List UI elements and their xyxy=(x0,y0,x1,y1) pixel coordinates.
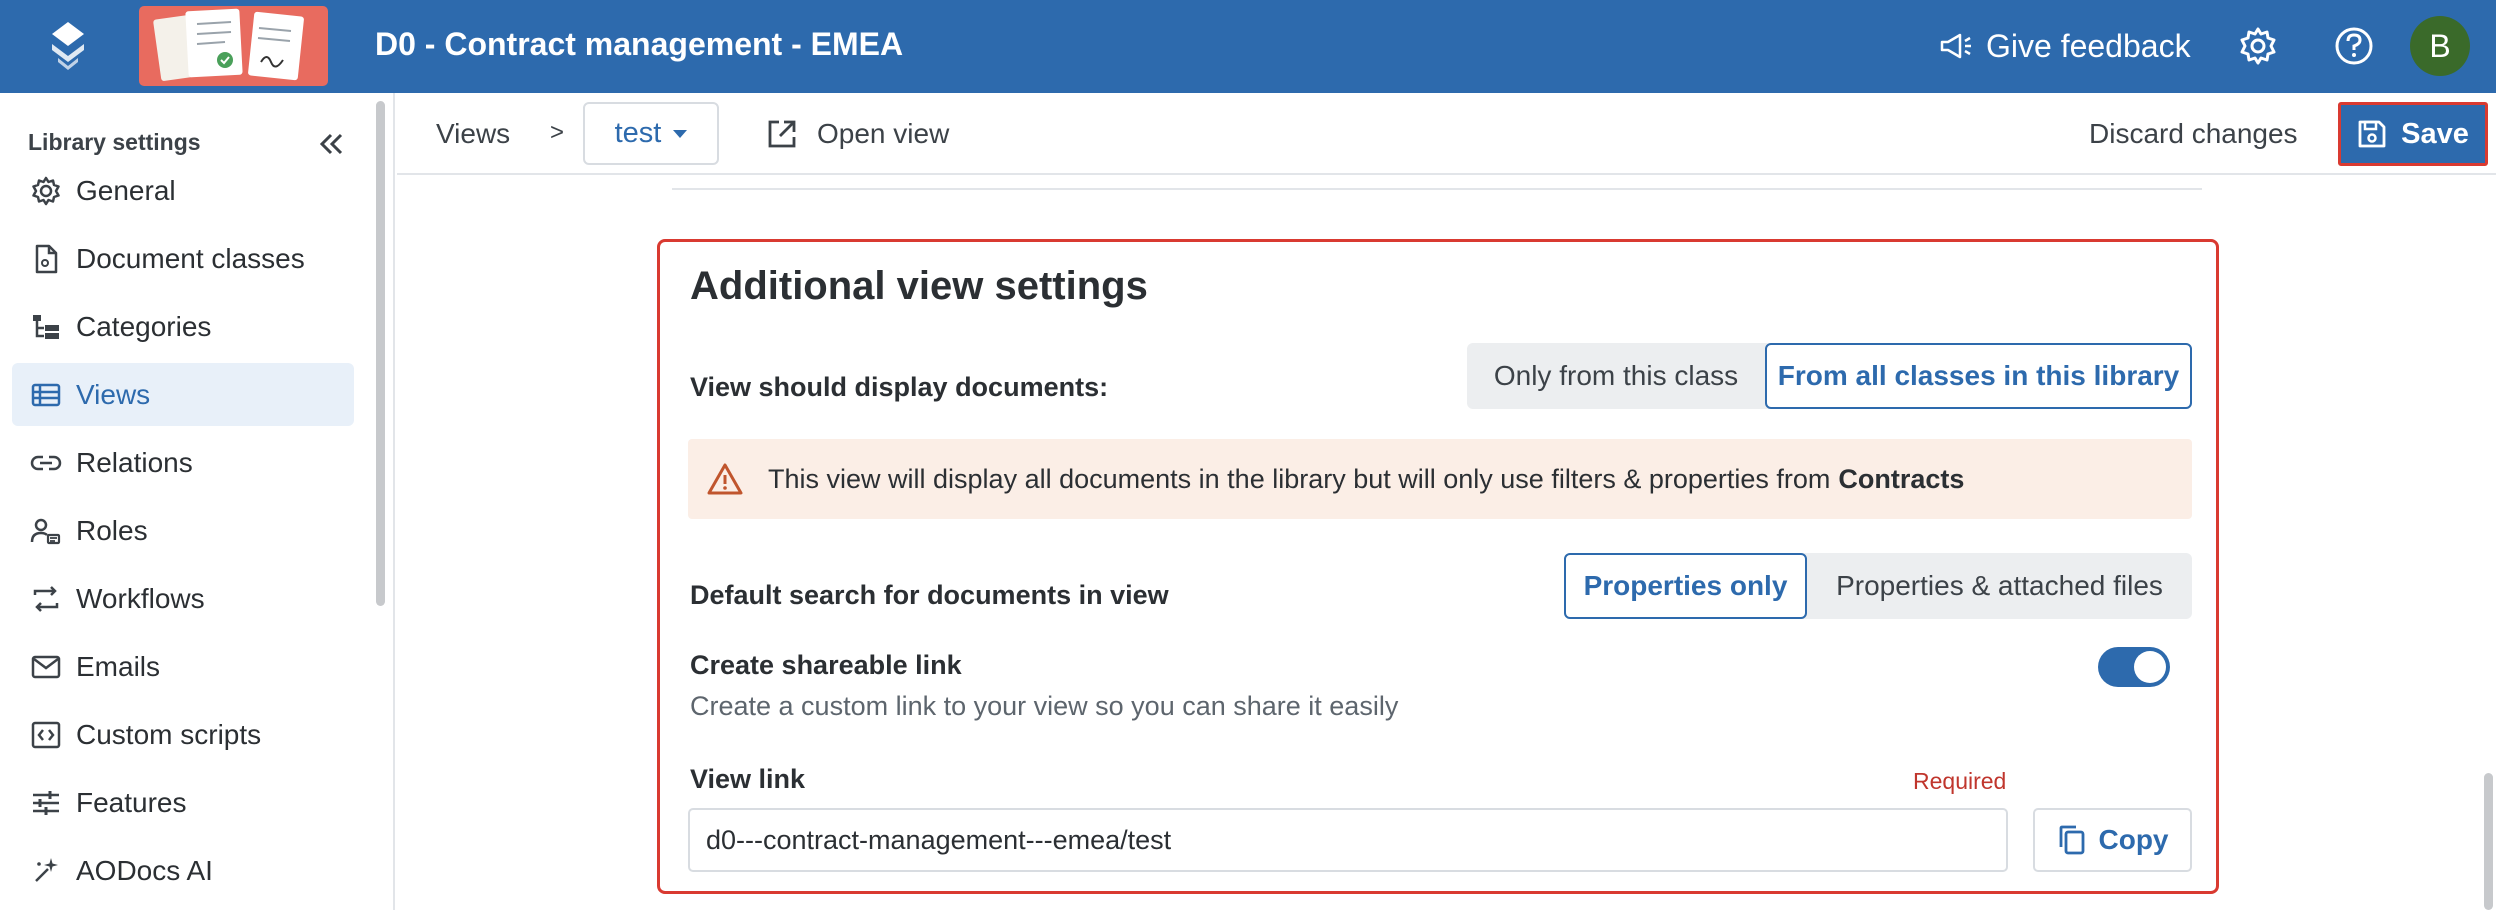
shareable-link-switch[interactable] xyxy=(2098,647,2170,687)
categories-icon xyxy=(33,314,59,339)
properties-only-option[interactable]: Properties only xyxy=(1564,553,1807,619)
roles-icon xyxy=(30,518,61,544)
warning-text: This view will display all documents in … xyxy=(768,463,1831,494)
view-link-label: View link xyxy=(690,764,806,794)
gear-icon xyxy=(32,176,60,205)
copy-icon xyxy=(2059,825,2084,855)
code-icon xyxy=(31,721,61,748)
only-from-this-class-option[interactable]: Only from this class xyxy=(1467,343,1765,409)
default-search-toggle: Properties only Properties & attached fi… xyxy=(1564,553,2192,619)
help-button[interactable] xyxy=(2332,24,2376,68)
avatar[interactable]: B xyxy=(2410,16,2470,76)
sidebar-item-categories[interactable]: Categories xyxy=(12,295,354,358)
sidebar-item-label: General xyxy=(76,174,176,206)
views-icon xyxy=(31,383,61,406)
sidebar-item-features[interactable]: Features xyxy=(12,771,354,834)
link-icon xyxy=(30,455,62,470)
required-indicator: Required xyxy=(1913,768,2007,794)
library-banner-image xyxy=(139,6,328,86)
section-divider xyxy=(672,188,2202,190)
sidebar-item-document-classes[interactable]: Document classes xyxy=(12,227,354,290)
gear-icon xyxy=(2240,27,2276,65)
properties-and-files-option[interactable]: Properties & attached files xyxy=(1807,553,2192,619)
give-feedback-label: Give feedback xyxy=(1986,27,2191,64)
view-selector-dropdown[interactable]: test xyxy=(583,102,719,165)
workflow-icon xyxy=(33,585,59,612)
sidebar-scrollbar[interactable] xyxy=(376,101,385,606)
sidebar-item-roles[interactable]: Roles xyxy=(12,499,354,562)
open-view-label: Open view xyxy=(817,118,950,149)
page-title: D0 - Contract management - EMEA xyxy=(375,26,904,62)
sidebar-title: Library settings xyxy=(28,129,201,155)
mail-icon xyxy=(31,655,61,678)
document-classes-icon xyxy=(35,244,58,273)
help-icon xyxy=(2335,27,2373,65)
display-documents-toggle: Only from this class From all classes in… xyxy=(1467,343,2192,409)
switch-knob xyxy=(2134,651,2166,683)
save-icon xyxy=(2358,120,2386,148)
megaphone-icon xyxy=(1940,33,1971,59)
view-link-value: d0---contract-management---emea/test xyxy=(706,824,1172,855)
default-search-label: Default search for documents in view xyxy=(690,580,1169,610)
sidebar-item-label: Views xyxy=(76,378,151,410)
sidebar-item-label: AODocs AI xyxy=(76,854,213,886)
sidebar-item-label: Relations xyxy=(76,446,193,478)
give-feedback-button[interactable]: Give feedback xyxy=(1938,24,2191,68)
collapse-sidebar-icon[interactable] xyxy=(314,127,348,161)
from-all-classes-option[interactable]: From all classes in this library xyxy=(1765,343,2192,409)
sidebar-item-general[interactable]: General xyxy=(12,159,354,222)
sidebar-item-views[interactable]: Views xyxy=(12,363,354,426)
breadcrumb-separator: > xyxy=(550,119,565,146)
sliders-icon xyxy=(33,790,59,815)
save-button[interactable]: Save xyxy=(2338,102,2488,166)
view-selector-value: test xyxy=(614,117,662,149)
view-link-input[interactable]: d0---contract-management---emea/test xyxy=(688,808,2008,872)
external-link-icon xyxy=(768,120,796,148)
discard-changes-button[interactable]: Discard changes xyxy=(2089,118,2298,150)
shareable-link-label: Create shareable link xyxy=(690,650,962,680)
sidebar-item-label: Roles xyxy=(76,514,148,546)
settings-button[interactable] xyxy=(2236,24,2280,68)
panel-title: Additional view settings xyxy=(690,264,1148,308)
open-view-button[interactable]: Open view xyxy=(765,113,949,155)
sidebar-item-workflows[interactable]: Workflows xyxy=(12,567,354,630)
save-label: Save xyxy=(2401,117,2469,150)
sidebar-item-label: Document classes xyxy=(76,242,305,274)
sidebar-item-custom-scripts[interactable]: Custom scripts xyxy=(12,703,354,766)
shareable-link-description: Create a custom link to your view so you… xyxy=(690,691,1399,721)
sidebar-item-label: Workflows xyxy=(76,582,205,614)
sidebar-item-relations[interactable]: Relations xyxy=(12,431,354,494)
main-scrollbar[interactable] xyxy=(2484,773,2493,910)
sidebar-item-label: Categories xyxy=(76,310,212,342)
sidebar-item-emails[interactable]: Emails xyxy=(12,635,354,698)
sidebar-item-label: Custom scripts xyxy=(76,718,262,750)
warning-icon xyxy=(707,463,743,495)
warning-class-name: Contracts xyxy=(1838,463,1965,494)
top-bar: D0 - Contract management - EMEA Give fee… xyxy=(0,0,2496,93)
display-documents-label: View should display documents: xyxy=(690,372,1109,402)
warning-banner: This view will display all documents in … xyxy=(688,439,2192,519)
sidebar-item-label: Emails xyxy=(76,650,161,682)
caret-down-icon xyxy=(673,129,688,138)
additional-view-settings-panel: Additional view settings View should dis… xyxy=(657,239,2219,894)
copy-label: Copy xyxy=(2098,824,2169,855)
sparkle-icon xyxy=(35,857,58,882)
copy-link-button[interactable]: Copy xyxy=(2033,808,2192,872)
sidebar-item-label: Features xyxy=(76,786,187,818)
sidebar: Library settings General Document classe… xyxy=(0,93,395,910)
sidebar-item-aodocs-ai[interactable]: AODocs AI xyxy=(12,839,354,902)
view-toolbar: Views > test Open view Discard changes S… xyxy=(397,93,2496,175)
app-logo-icon[interactable] xyxy=(44,20,92,72)
breadcrumb-views[interactable]: Views xyxy=(436,118,510,150)
